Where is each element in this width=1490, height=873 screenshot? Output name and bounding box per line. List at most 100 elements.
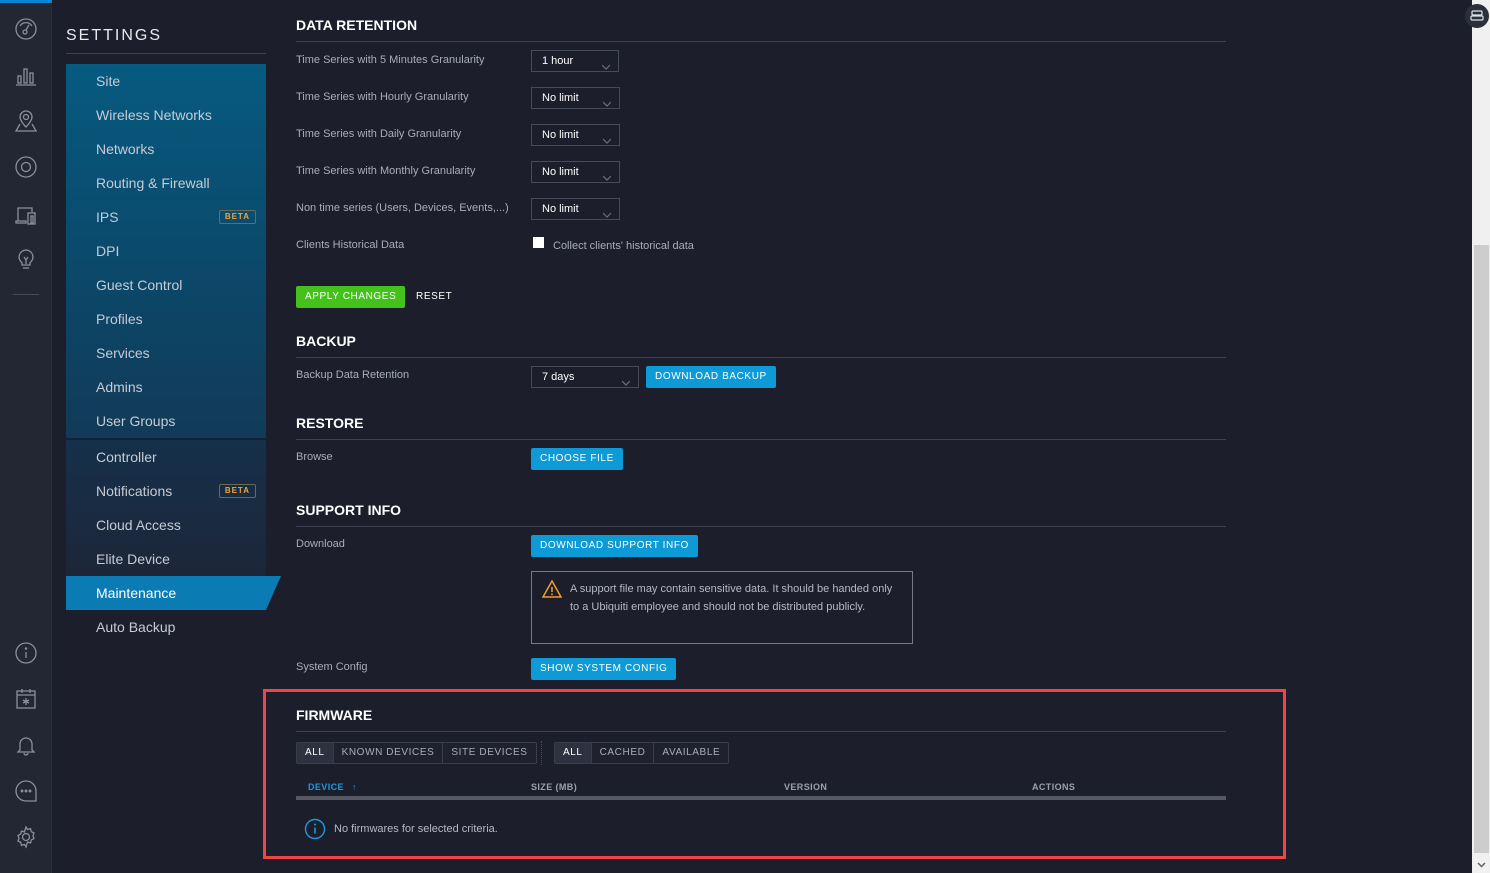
column-header-device[interactable]: DEVICE ↑ [308, 782, 357, 792]
stacked-layers-button[interactable] [1465, 4, 1489, 28]
nav-item-label: Wireless Networks [96, 107, 212, 123]
rail-active-accent [0, 0, 52, 3]
select-value: No limit [542, 166, 579, 178]
nav-item-ips[interactable]: IPS BETA [66, 200, 266, 234]
nav-item-services[interactable]: Services [66, 336, 266, 370]
map-icon[interactable] [13, 108, 39, 134]
chat-icon[interactable] [13, 778, 39, 804]
scrollbar-thumb[interactable] [1474, 245, 1489, 853]
retention-daily-select[interactable]: No limit [531, 124, 620, 146]
nav-item-label: IPS [96, 209, 119, 225]
nav-item-networks[interactable]: Networks [66, 132, 266, 166]
select-value: No limit [542, 92, 579, 104]
filter-available[interactable]: AVAILABLE [654, 743, 728, 763]
show-system-config-button[interactable]: SHOW SYSTEM CONFIG [531, 658, 677, 680]
settings-gear-icon[interactable] [13, 824, 39, 850]
nav-item-wireless-networks[interactable]: Wireless Networks [66, 98, 266, 132]
beta-badge: BETA [218, 484, 256, 498]
warning-triangle-icon [541, 579, 563, 598]
events-calendar-icon[interactable] [13, 686, 39, 712]
info-icon[interactable] [13, 640, 39, 666]
nav-item-label: User Groups [96, 413, 176, 429]
retention-non-time-series-label: Non time series (Users, Devices, Events,… [296, 202, 509, 214]
filter-known-devices[interactable]: KNOWN DEVICES [334, 743, 444, 763]
download-support-info-button[interactable]: DOWNLOAD SUPPORT INFO [531, 535, 698, 557]
nav-item-routing-firewall[interactable]: Routing & Firewall [66, 166, 266, 200]
section-divider [296, 357, 1226, 358]
section-divider [296, 439, 1226, 440]
nav-item-guest-control[interactable]: Guest Control [66, 268, 266, 302]
nav-item-controller[interactable]: Controller [66, 440, 266, 474]
column-header-actions[interactable]: ACTIONS [1032, 782, 1075, 792]
section-title-restore: RESTORE [296, 415, 364, 431]
clients-icon[interactable] [13, 202, 39, 228]
nav-item-user-groups[interactable]: User Groups [66, 404, 266, 438]
retention-hourly-label: Time Series with Hourly Granularity [296, 91, 469, 103]
settings-title: SETTINGS [66, 27, 163, 44]
scroll-down-arrow-icon[interactable] [1472, 856, 1490, 873]
select-value: 7 days [542, 371, 575, 383]
nav-item-label: Cloud Access [96, 517, 181, 533]
insights-icon[interactable] [13, 246, 39, 272]
nav-item-label: Guest Control [96, 277, 183, 293]
retention-non-time-series-select[interactable]: No limit [531, 198, 620, 220]
section-divider [296, 41, 1226, 42]
sort-ascending-icon: ↑ [351, 782, 357, 792]
vertical-scrollbar[interactable] [1472, 0, 1490, 873]
filter-cached[interactable]: CACHED [592, 743, 655, 763]
devices-icon[interactable] [13, 154, 39, 180]
nav-item-cloud-access[interactable]: Cloud Access [66, 508, 266, 542]
nav-item-notifications[interactable]: Notifications BETA [66, 474, 266, 508]
dashboard-icon[interactable] [13, 16, 39, 42]
nav-item-label: DPI [96, 243, 120, 259]
info-circle-icon [304, 818, 326, 840]
firmware-state-filter: ALL CACHED AVAILABLE [554, 742, 730, 764]
table-header-underline [296, 796, 1226, 800]
nav-item-site[interactable]: Site [66, 64, 266, 98]
nav-item-profiles[interactable]: Profiles [66, 302, 266, 336]
retention-monthly-select[interactable]: No limit [531, 161, 620, 183]
nav-item-maintenance[interactable]: Maintenance [66, 576, 281, 610]
nav-item-elite-device[interactable]: Elite Device [66, 542, 266, 576]
retention-5min-label: Time Series with 5 Minutes Granularity [296, 54, 485, 66]
retention-5min-select[interactable]: 1 hour [531, 50, 619, 72]
layers-icon [1470, 10, 1484, 21]
filter-device-all[interactable]: ALL [297, 743, 334, 763]
settings-nav-group-controller: Controller Notifications BETA Cloud Acces… [66, 438, 266, 576]
retention-hourly-select[interactable]: No limit [531, 87, 620, 109]
settings-nav: Site Wireless Networks Networks Routing … [66, 64, 281, 644]
firmware-device-filter: ALL KNOWN DEVICES SITE DEVICES [296, 742, 537, 764]
collect-clients-history-label[interactable]: Collect clients' historical data [553, 240, 694, 252]
backup-retention-select[interactable]: 7 days [531, 366, 639, 388]
column-header-size[interactable]: SIZE (MB) [531, 782, 577, 792]
select-value: 1 hour [542, 55, 574, 67]
column-header-label: DEVICE [308, 782, 344, 792]
filter-site-devices[interactable]: SITE DEVICES [443, 743, 535, 763]
alerts-bell-icon[interactable] [13, 732, 39, 758]
backup-retention-label: Backup Data Retention [296, 369, 410, 381]
reset-button[interactable]: RESET [416, 286, 452, 308]
nav-item-admins[interactable]: Admins [66, 370, 266, 404]
filter-state-all[interactable]: ALL [555, 743, 592, 763]
icon-rail [0, 0, 52, 873]
nav-item-label: Controller [96, 449, 157, 465]
nav-item-label: Networks [96, 141, 155, 157]
column-header-version[interactable]: VERSION [784, 782, 827, 792]
nav-item-auto-backup[interactable]: Auto Backup [66, 610, 266, 644]
filter-divider [541, 741, 542, 765]
collect-clients-history-checkbox[interactable] [533, 237, 544, 248]
beta-badge: BETA [218, 210, 256, 224]
select-value: No limit [542, 203, 579, 215]
active-pointer [266, 576, 281, 610]
chevron-down-icon [602, 94, 612, 107]
nav-item-dpi[interactable]: DPI [66, 234, 266, 268]
nav-item-label: Notifications [96, 483, 173, 499]
download-backup-button[interactable]: DOWNLOAD BACKUP [646, 366, 776, 388]
apply-changes-button[interactable]: APPLY CHANGES [296, 286, 406, 308]
clients-historical-label: Clients Historical Data [296, 239, 405, 251]
choose-file-button[interactable]: CHOOSE FILE [531, 448, 623, 470]
nav-item-label: Services [96, 345, 150, 361]
rail-divider [13, 294, 39, 295]
nav-item-label: Maintenance [96, 585, 177, 601]
statistics-icon[interactable] [13, 62, 39, 88]
